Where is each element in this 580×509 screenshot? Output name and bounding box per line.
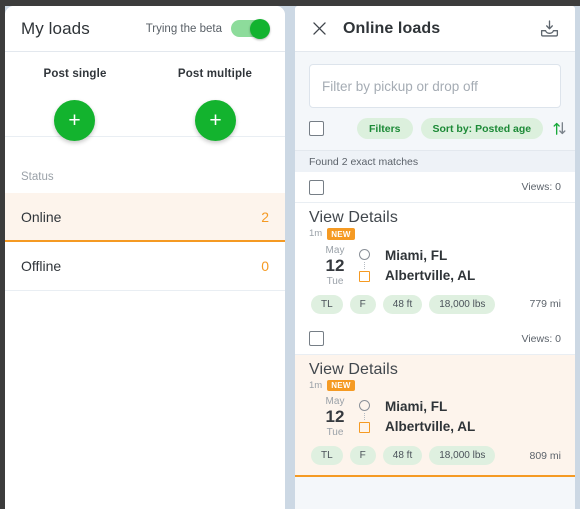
- post-multiple-label: Post multiple: [177, 68, 253, 80]
- date-month: May: [325, 244, 345, 256]
- load-card-header: Views: 0: [295, 323, 575, 355]
- chip-trailer-type: F: [349, 446, 376, 465]
- view-details-link[interactable]: View Details: [309, 361, 561, 379]
- app-screen: My loads Trying the beta Post single Pos…: [0, 0, 580, 509]
- trip-distance: 779 mi: [529, 298, 561, 310]
- status-section-heading: Status: [21, 171, 54, 183]
- beta-toggle-group[interactable]: Trying the beta: [145, 18, 270, 39]
- view-details-link[interactable]: View Details: [309, 209, 561, 227]
- date-day: 12: [325, 255, 345, 275]
- new-badge: NEW: [327, 228, 355, 240]
- load-route: May 12 Tue Miami, FL Albertville, AL: [309, 244, 561, 288]
- status-row-count: 2: [261, 208, 269, 225]
- date-weekday: Tue: [326, 275, 344, 287]
- sidebar-item-offline[interactable]: Offline 0: [5, 242, 285, 291]
- sort-by-button[interactable]: Sort by: Posted age: [420, 118, 544, 139]
- origin-circle-icon: [358, 400, 370, 411]
- pickup-date: May 12 Tue: [317, 244, 353, 288]
- origin-city: Miami, FL: [385, 247, 448, 263]
- load-age-row: 1m NEW: [309, 228, 561, 240]
- destination-city: Albertville, AL: [385, 267, 476, 283]
- sidebar-item-online[interactable]: Online 2: [5, 193, 285, 242]
- route-dotted-line: [363, 261, 365, 269]
- page-title: My loads: [21, 18, 90, 38]
- load-select-checkbox[interactable]: [309, 331, 324, 346]
- filter-zone: [295, 52, 575, 108]
- chip-weight: 18,000 lbs: [429, 446, 496, 465]
- beta-toggle-switch[interactable]: [231, 18, 270, 39]
- chip-length: 48 ft: [382, 446, 423, 465]
- load-attributes-row: TL F 48 ft 18,000 lbs 779 mi: [309, 294, 561, 314]
- chip-equipment-type: TL: [311, 294, 343, 314]
- post-single-add-button[interactable]: +: [54, 100, 95, 141]
- plus-icon: +: [209, 109, 222, 132]
- sort-arrows-icon[interactable]: [551, 120, 568, 137]
- load-card[interactable]: Views: 0 View Details 1m NEW May 12 Tue: [295, 172, 575, 324]
- load-card-body: View Details 1m NEW May 12 Tue Miami, FL…: [295, 354, 575, 475]
- panel-title: Online loads: [343, 19, 441, 37]
- route-places: Miami, FL Albertville, AL: [375, 244, 561, 288]
- pickup-date: May 12 Tue: [317, 395, 353, 439]
- route-markers: [353, 244, 375, 288]
- chip-weight: 18,000 lbs: [429, 294, 496, 314]
- search-input[interactable]: [309, 64, 561, 108]
- download-icon[interactable]: [539, 18, 561, 40]
- post-actions-row: Post single Post multiple + +: [5, 52, 285, 141]
- views-count: Views: 0: [521, 332, 562, 345]
- load-card-header: Views: 0: [295, 172, 575, 203]
- load-age-row: 1m NEW: [309, 379, 561, 391]
- route-dotted-line: [363, 413, 365, 420]
- chip-trailer-type: F: [349, 294, 376, 314]
- my-loads-panel: My loads Trying the beta Post single Pos…: [5, 6, 285, 509]
- list-controls-row: Filters Sort by: Posted age: [295, 108, 575, 150]
- new-badge: NEW: [327, 379, 355, 391]
- load-card-body: View Details 1m NEW May 12 Tue Miami, FL…: [295, 203, 575, 324]
- posted-age: 1m: [309, 228, 323, 240]
- destination-city: Albertville, AL: [385, 419, 476, 434]
- origin-city: Miami, FL: [385, 399, 448, 414]
- plus-icon: +: [68, 109, 81, 132]
- destination-square-icon: [358, 270, 370, 282]
- post-multiple-add-button[interactable]: +: [195, 100, 236, 141]
- right-window-edge: [575, 6, 580, 509]
- chip-length: 48 ft: [382, 294, 423, 314]
- route-places: Miami, FL Albertville, AL: [375, 395, 561, 439]
- load-attributes-row: TL F 48 ft 18,000 lbs 809 mi: [309, 446, 561, 465]
- post-single-label: Post single: [43, 68, 107, 80]
- route-markers: [353, 395, 375, 439]
- trip-distance: 809 mi: [529, 449, 561, 462]
- load-select-checkbox[interactable]: [309, 179, 324, 195]
- toggle-knob: [250, 18, 270, 39]
- status-row-label: Online: [21, 208, 62, 225]
- destination-square-icon: [358, 422, 370, 433]
- date-day: 12: [325, 407, 345, 426]
- status-row-count: 0: [261, 258, 269, 274]
- chip-equipment-type: TL: [311, 446, 343, 465]
- my-loads-header: My loads Trying the beta: [5, 6, 285, 52]
- online-loads-panel: Online loads Filters Sort by: Posted age: [295, 6, 575, 509]
- status-row-label: Offline: [21, 258, 62, 274]
- load-route: May 12 Tue Miami, FL Albertville, AL: [309, 395, 561, 439]
- load-card[interactable]: Views: 0 View Details 1m NEW May 12 Tue: [295, 323, 575, 477]
- select-all-checkbox[interactable]: [309, 121, 324, 136]
- date-weekday: Tue: [326, 427, 344, 438]
- online-loads-header: Online loads: [295, 6, 575, 52]
- beta-label: Trying the beta: [145, 22, 222, 35]
- filters-button[interactable]: Filters: [357, 118, 413, 139]
- views-count: Views: 0: [521, 181, 562, 193]
- results-count-bar: Found 2 exact matches: [295, 150, 575, 172]
- origin-circle-icon: [358, 248, 370, 260]
- close-icon[interactable]: [309, 19, 329, 39]
- posted-age: 1m: [309, 379, 323, 391]
